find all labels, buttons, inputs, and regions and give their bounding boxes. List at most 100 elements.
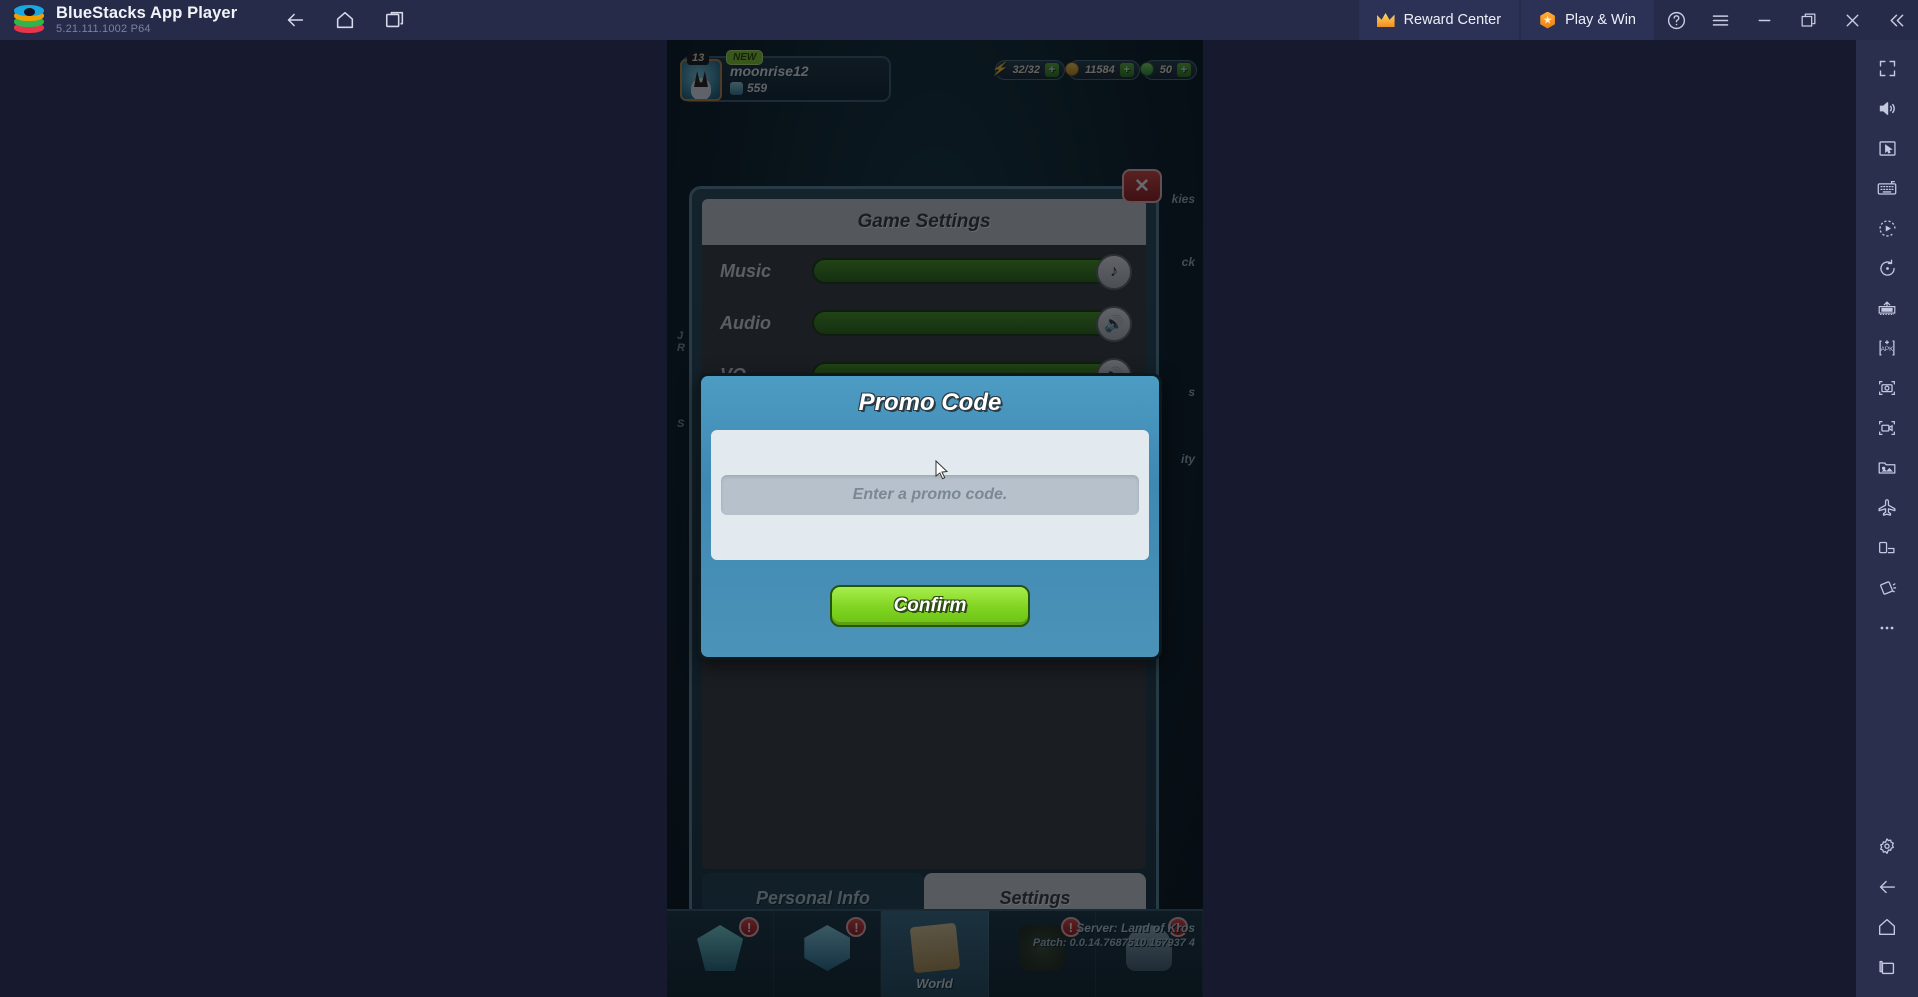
confirm-button[interactable]: Confirm — [830, 585, 1030, 627]
audio-slider[interactable]: 🔊 — [812, 306, 1132, 342]
promo-code-title: Promo Code — [858, 389, 1002, 416]
tab-settings[interactable]: Settings — [924, 873, 1146, 923]
close-x-icon[interactable] — [1830, 0, 1874, 40]
restore-window-icon[interactable] — [1786, 0, 1830, 40]
tab-personal-info[interactable]: Personal Info — [702, 873, 924, 923]
nav-item-world[interactable]: World — [881, 911, 989, 997]
music-slider[interactable]: ♪ — [812, 254, 1132, 290]
rotate-device-icon[interactable] — [1861, 528, 1913, 568]
crystal-icon — [697, 925, 744, 971]
scene-right-label-3: s — [1188, 385, 1195, 399]
energy-pill[interactable]: ⚡ 32/32 + — [991, 60, 1065, 80]
reward-center-label: Reward Center — [1403, 12, 1502, 28]
gold-plus-button[interactable]: + — [1119, 63, 1134, 77]
promo-code-footer: Confirm — [701, 560, 1159, 652]
music-note-icon[interactable]: ♪ — [1096, 254, 1132, 290]
close-settings-button[interactable]: ✕ — [1122, 169, 1162, 203]
nav-badge-gem: ! — [846, 917, 867, 937]
home-icon[interactable] — [325, 0, 365, 40]
promo-code-input[interactable] — [721, 475, 1139, 515]
player-level-badge: 13 — [687, 51, 710, 65]
play-and-win-label: Play & Win — [1565, 12, 1636, 28]
gold-value: 11584 — [1084, 64, 1115, 76]
double-chevron-left-icon[interactable] — [1874, 0, 1918, 40]
gold-pill[interactable]: 11584 + — [1064, 60, 1140, 80]
rotate-sync-icon[interactable] — [1861, 248, 1913, 288]
nav-badge-crystal: ! — [739, 917, 760, 937]
game-viewport: 13 NEW moonrise12 559 ⚡ 32/32 + 11584 + … — [667, 40, 1203, 997]
game-hud: 13 NEW moonrise12 559 ⚡ 32/32 + 11584 + … — [667, 50, 1203, 104]
avatar[interactable] — [680, 59, 722, 101]
nav-badge-ship: ! — [1168, 917, 1189, 937]
media-folder-icon[interactable] — [1861, 448, 1913, 488]
ship-icon — [1125, 925, 1172, 971]
scene-right-label-2: ck — [1181, 255, 1195, 269]
eco-mode-icon[interactable] — [1861, 288, 1913, 328]
energy-bolt-icon: ⚡ — [991, 61, 1008, 76]
energy-value: 32/32 — [1012, 64, 1040, 76]
resource-bar: ⚡ 32/32 + 11584 + 50 + — [991, 60, 1197, 80]
audio-label: Audio — [720, 312, 771, 333]
nav-badge-creature: ! — [1060, 917, 1081, 937]
speaker-icon[interactable]: 🔊 — [1096, 306, 1132, 342]
gem-plus-button[interactable]: + — [1177, 63, 1191, 77]
server-info: Server: Land of Kros Patch: 0.0.14.76875… — [1033, 921, 1195, 951]
minimize-icon[interactable] — [1742, 0, 1786, 40]
player-coins: 559 — [730, 81, 809, 95]
home-icon[interactable] — [1861, 907, 1913, 947]
ellipsis-icon[interactable] — [1861, 608, 1913, 648]
recent-apps-icon[interactable] — [1861, 947, 1913, 987]
patch-version: Patch: 0.0.14.7687510.167937 4 — [1032, 937, 1195, 949]
emulator-sidebar: APK — [1856, 40, 1918, 997]
scene-side-label-2: S — [677, 418, 685, 430]
play-and-win-button[interactable]: Play & Win — [1521, 0, 1654, 40]
nav-item-crystal[interactable]: ! — [667, 911, 775, 997]
video-record-icon[interactable] — [1861, 408, 1913, 448]
player-coins-value: 559 — [747, 81, 768, 95]
back-arrow-icon[interactable] — [275, 0, 315, 40]
camera-capture-icon[interactable] — [1861, 368, 1913, 408]
new-badge: NEW — [726, 50, 764, 65]
multi-instance-icon[interactable] — [375, 0, 415, 40]
energy-plus-button[interactable]: + — [1044, 63, 1059, 77]
treasure-map-icon — [909, 922, 960, 974]
gold-coin-icon — [1062, 59, 1082, 79]
game-bottom-nav: ! ! World ! ! Server: Land of Kros Patch… — [667, 909, 1203, 997]
apk-install-icon[interactable]: APK — [1861, 328, 1913, 368]
keyboard-icon[interactable] — [1861, 168, 1913, 208]
hamburger-menu-icon[interactable] — [1698, 0, 1742, 40]
pointer-in-frame-icon[interactable] — [1861, 128, 1913, 168]
nav-item-ship[interactable]: ! — [1096, 911, 1203, 997]
help-circle-icon[interactable] — [1654, 0, 1698, 40]
gear-icon[interactable] — [1861, 827, 1913, 867]
music-label: Music — [720, 260, 772, 281]
settings-title: Game Settings — [857, 211, 991, 232]
gem-value: 50 — [1159, 64, 1172, 76]
speaker-volume-icon[interactable] — [1861, 88, 1913, 128]
shake-tilt-icon[interactable] — [1861, 568, 1913, 608]
coin-stack-icon — [730, 81, 743, 95]
app-version: 5.21.111.1002 P64 — [56, 23, 151, 35]
player-name: moonrise12 — [730, 63, 809, 79]
airplane-icon[interactable] — [1861, 488, 1913, 528]
svg-text:APK: APK — [1881, 346, 1895, 353]
settings-tabs: Personal Info Settings — [702, 873, 1146, 923]
nav-item-gem[interactable]: ! — [774, 911, 882, 997]
setting-row-audio: Audio 🔊 — [702, 297, 1146, 349]
back-arrow-icon[interactable] — [1861, 867, 1913, 907]
gem-pill[interactable]: 50 + — [1139, 60, 1197, 80]
play-timer-icon[interactable] — [1861, 208, 1913, 248]
promo-code-modal: Promo Code Confirm — [698, 373, 1162, 660]
fullscreen-icon[interactable] — [1861, 48, 1913, 88]
player-card[interactable]: 13 NEW moonrise12 559 — [680, 50, 891, 102]
scene-right-label-1: kies — [1171, 192, 1195, 206]
emulator-stage: 13 NEW moonrise12 559 ⚡ 32/32 + 11584 + … — [0, 40, 1856, 997]
titlebar-nav-group — [275, 0, 415, 40]
crown-icon — [1377, 13, 1395, 27]
app-title: BlueStacks App Player — [56, 4, 238, 22]
promo-code-body — [711, 430, 1149, 560]
reward-center-button[interactable]: Reward Center — [1358, 0, 1520, 40]
nav-item-creature[interactable]: ! — [989, 911, 1096, 997]
titlebar: BlueStacks App Player 5.21.111.1002 P64 … — [0, 0, 1918, 40]
bluestacks-logo-icon — [14, 5, 44, 35]
